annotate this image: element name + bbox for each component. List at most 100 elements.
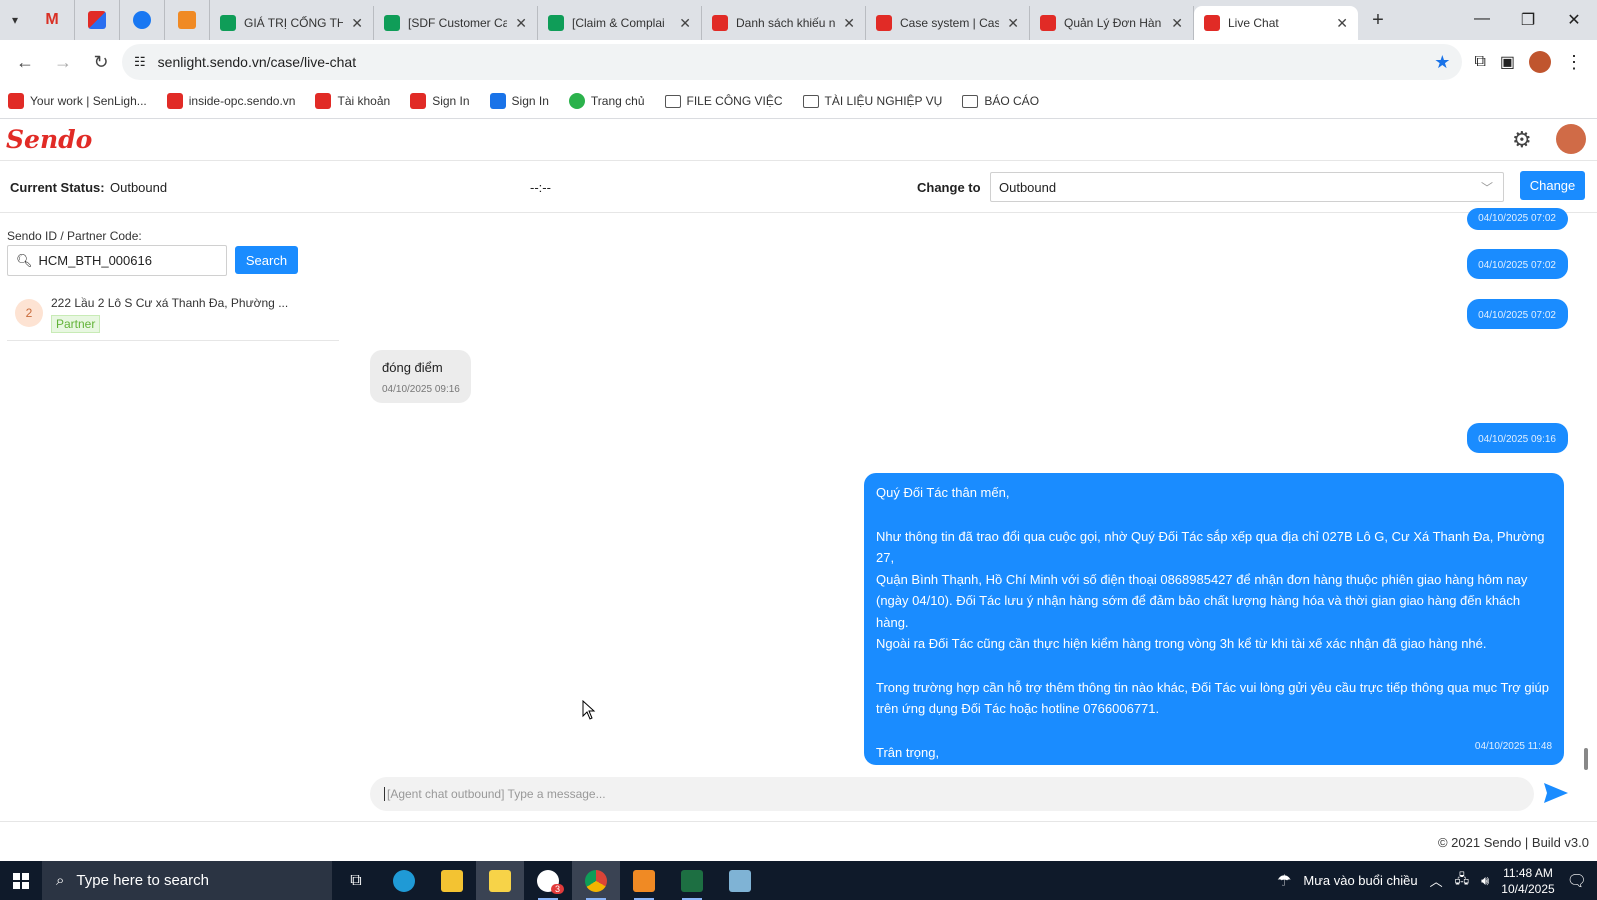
network-icon[interactable]: 🖧︎ bbox=[1455, 870, 1470, 892]
close-tab-icon[interactable]: ✕ bbox=[1171, 15, 1183, 32]
app-grid-icon bbox=[88, 11, 106, 29]
current-status-label: Current Status: bbox=[10, 180, 105, 195]
file-explorer-icon[interactable] bbox=[428, 861, 476, 900]
bookmark-item[interactable]: Tài khoản bbox=[315, 93, 390, 109]
chat-scrollbar[interactable] bbox=[1584, 748, 1588, 770]
new-tab-button[interactable]: + bbox=[1358, 9, 1398, 32]
message-line: Ngoài ra Đối Tác cũng cần thực hiện kiểm… bbox=[876, 636, 1487, 651]
close-tab-icon[interactable]: ✕ bbox=[515, 15, 527, 32]
close-tab-icon[interactable]: ✕ bbox=[1336, 15, 1348, 32]
browser-tab-strip: ▾ M GIÁ TRỊ CỐNG TH ✕ [SDF Customer Ca ✕… bbox=[0, 0, 1597, 40]
pinned-tab-app-grid[interactable] bbox=[75, 0, 120, 40]
taskbar-search-placeholder: Type here to search bbox=[76, 872, 209, 889]
browser-tab[interactable]: Danh sách khiếu n ✕ bbox=[702, 6, 866, 40]
sendo-logo[interactable]: Sendo bbox=[6, 125, 92, 154]
pinned-tab-shop[interactable] bbox=[165, 0, 210, 40]
chrome-icon[interactable] bbox=[572, 861, 620, 900]
bookmark-label: inside-opc.sendo.vn bbox=[188, 94, 296, 108]
pinned-tab-gmail[interactable]: M bbox=[30, 0, 75, 40]
sheets-icon bbox=[548, 15, 564, 31]
tab-title: Danh sách khiếu n bbox=[736, 16, 836, 30]
side-panel-icon[interactable]: ▣ bbox=[1500, 52, 1515, 72]
partner-search-input[interactable]: 🔍︎ HCM_BTH_000616 bbox=[7, 245, 227, 276]
sendo-icon bbox=[8, 93, 24, 109]
app-orange-icon[interactable] bbox=[620, 861, 668, 900]
bookmark-label: Sign In bbox=[511, 94, 549, 108]
bookmark-folder[interactable]: FILE CÔNG VIỆC bbox=[664, 94, 783, 108]
browser-tab[interactable]: [SDF Customer Ca ✕ bbox=[374, 6, 538, 40]
status-select[interactable]: Outbound ﹀ bbox=[990, 172, 1504, 202]
browser-tab[interactable]: Case system | Cas ✕ bbox=[866, 6, 1030, 40]
search-label: Sendo ID / Partner Code: bbox=[7, 229, 142, 243]
browser-tab-active[interactable]: Live Chat ✕ bbox=[1194, 6, 1358, 40]
pinned-tab-messenger[interactable] bbox=[120, 0, 165, 40]
tab-title: GIÁ TRỊ CỐNG TH bbox=[244, 16, 344, 30]
restore-icon[interactable]: ❐ bbox=[1505, 10, 1551, 30]
minimize-icon[interactable]: — bbox=[1459, 10, 1505, 30]
close-tab-icon[interactable]: ✕ bbox=[679, 15, 691, 32]
bookmark-star-icon[interactable]: ★ bbox=[1434, 52, 1450, 73]
bookmark-item[interactable]: Sign In bbox=[489, 93, 549, 109]
gear-icon[interactable]: ⚙ bbox=[1512, 127, 1532, 153]
status-timer: --:-- bbox=[530, 180, 551, 195]
search-button[interactable]: Search bbox=[235, 246, 298, 274]
app-header: Sendo ⚙ bbox=[0, 119, 1597, 161]
message-timestamp: 04/10/2025 09:16 bbox=[1478, 434, 1556, 445]
folder-icon bbox=[664, 94, 681, 108]
contact-list-item[interactable]: 2 222 Lầu 2 Lô S Cư xá Thanh Đa, Phường … bbox=[7, 291, 339, 341]
sticky-notes-icon[interactable] bbox=[476, 861, 524, 900]
close-window-icon[interactable]: ✕ bbox=[1551, 10, 1597, 30]
change-status-button[interactable]: Change bbox=[1520, 171, 1585, 200]
chevron-up-icon[interactable]: ︿ bbox=[1430, 871, 1443, 890]
browser-menu-icon[interactable]: ⋮ bbox=[1565, 52, 1583, 73]
bookmark-folder[interactable]: TÀI LIỆU NGHIỆP VỤ bbox=[802, 94, 942, 108]
reload-icon[interactable]: ↻ bbox=[84, 45, 118, 79]
zalo-icon[interactable]: 3 bbox=[524, 861, 572, 900]
sheets-icon bbox=[384, 15, 400, 31]
taskbar-clock[interactable]: 11:48 AM 10/4/2025 bbox=[1501, 865, 1554, 897]
sendo-icon bbox=[876, 15, 892, 31]
bookmark-item[interactable]: inside-opc.sendo.vn bbox=[166, 93, 296, 109]
volume-icon[interactable]: 🔊︎ bbox=[1481, 873, 1489, 889]
bookmarks-bar: Your work | SenLigh... inside-opc.sendo.… bbox=[0, 84, 1597, 119]
excel-icon[interactable] bbox=[668, 861, 716, 900]
close-tab-icon[interactable]: ✕ bbox=[843, 15, 855, 32]
bookmark-folder[interactable]: BÁO CÁO bbox=[962, 94, 1039, 108]
close-tab-icon[interactable]: ✕ bbox=[351, 15, 363, 32]
url-bar[interactable]: ☷ senlight.sendo.vn/case/live-chat ★ bbox=[122, 44, 1463, 80]
browser-tab[interactable]: [Claim & Complai ✕ bbox=[538, 6, 702, 40]
edge-browser-icon[interactable] bbox=[380, 861, 428, 900]
browser-tab[interactable]: GIÁ TRỊ CỐNG TH ✕ bbox=[210, 6, 374, 40]
sendo-icon bbox=[712, 15, 728, 31]
tab-search-chevron-icon[interactable]: ▾ bbox=[0, 0, 30, 40]
close-tab-icon[interactable]: ✕ bbox=[1007, 15, 1019, 32]
footer-divider bbox=[0, 821, 1597, 822]
message-line: Trân trọng, bbox=[876, 744, 940, 760]
chat-message-outgoing: 04/10/2025 07:02 bbox=[1467, 249, 1568, 279]
taskbar-search-box[interactable]: ⌕ Type here to search bbox=[42, 861, 332, 900]
window-controls: — ❐ ✕ bbox=[1459, 10, 1597, 30]
chat-input-placeholder: [Agent chat outbound] Type a message... bbox=[387, 787, 606, 801]
chat-message-input[interactable]: [Agent chat outbound] Type a message... bbox=[370, 777, 1534, 811]
send-icon[interactable] bbox=[1540, 777, 1572, 809]
extensions-puzzle-icon[interactable]: ⧉ bbox=[1474, 53, 1485, 71]
user-avatar[interactable] bbox=[1556, 124, 1586, 154]
bookmark-item[interactable]: Your work | SenLigh... bbox=[8, 93, 147, 109]
forward-arrow-icon[interactable]: → bbox=[46, 45, 80, 79]
remote-desktop-icon[interactable] bbox=[716, 861, 764, 900]
umbrella-rain-icon[interactable]: ☂ bbox=[1277, 871, 1291, 891]
sendo-icon bbox=[315, 93, 332, 109]
site-info-icon[interactable]: ☷ bbox=[134, 54, 146, 70]
message-line: Quận Bình Thạnh, Hồ Chí Minh với số điện… bbox=[876, 571, 1528, 587]
message-line-gap bbox=[876, 504, 1552, 526]
weather-text[interactable]: Mưa vào buổi chiều bbox=[1303, 873, 1417, 888]
bookmark-item[interactable]: Sign In bbox=[410, 93, 470, 109]
tab-title: Live Chat bbox=[1228, 16, 1279, 30]
windows-start-icon[interactable] bbox=[0, 861, 42, 900]
back-arrow-icon[interactable]: ← bbox=[8, 45, 42, 79]
bookmark-item[interactable]: Trang chủ bbox=[568, 93, 645, 109]
task-view-icon[interactable]: ⧉ bbox=[332, 861, 380, 900]
browser-tab[interactable]: Quản Lý Đơn Hàn ✕ bbox=[1030, 6, 1194, 40]
notification-center-icon[interactable]: 🗨︎ bbox=[1567, 871, 1587, 891]
browser-profile-avatar[interactable] bbox=[1529, 51, 1551, 73]
